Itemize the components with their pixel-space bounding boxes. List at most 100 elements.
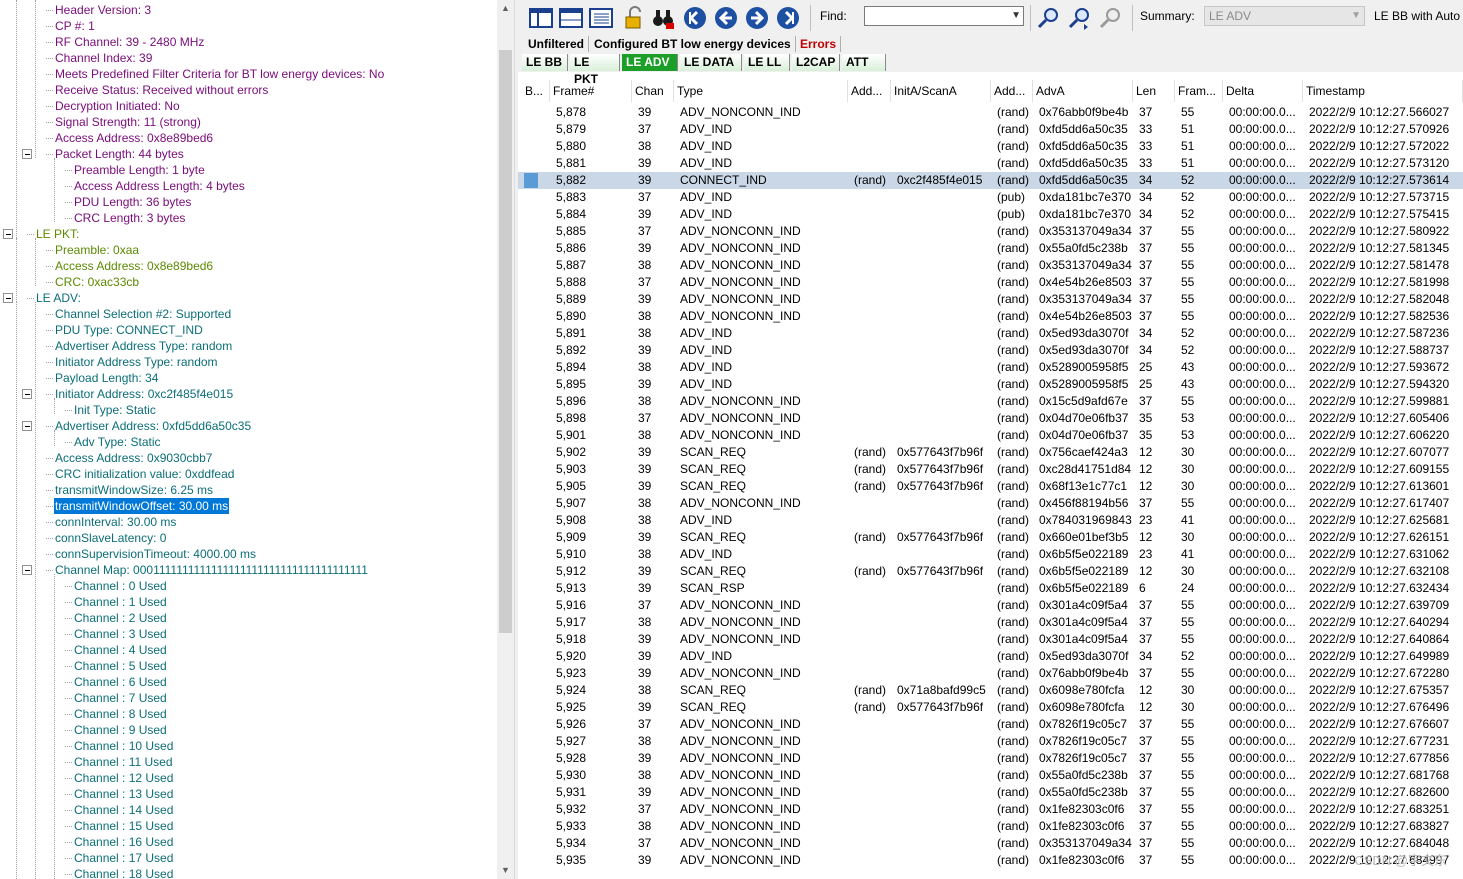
column-header[interactable]: AdvA <box>1033 80 1133 102</box>
table-row[interactable]: 5,901 38 ADV_NONCONN_IND (rand) 0x04d70e06fb… <box>518 427 1463 444</box>
tree-node-label[interactable]: Channel : 8 Used <box>73 706 168 722</box>
table-row[interactable]: 5,926 37 ADV_NONCONN_IND (rand) 0x7826f19c05… <box>518 716 1463 733</box>
tree-node[interactable]: Channel : 6 Used <box>0 674 497 690</box>
table-row[interactable]: 5,933 38 ADV_NONCONN_IND (rand) 0x1fe82303c0… <box>518 818 1463 835</box>
tree-node[interactable]: CP #: 1 <box>0 18 497 34</box>
tree-node[interactable]: CRC initialization value: 0xddfead <box>0 466 497 482</box>
frame-list-grid[interactable]: B... Frame# Chan Type Add... InitA/ScanA Add..… <box>518 80 1463 879</box>
next-frame-icon[interactable] <box>744 6 770 30</box>
tree-node[interactable]: connSlaveLatency: 0 <box>0 530 497 546</box>
tree-node[interactable]: Adv Type: Static <box>0 434 497 450</box>
tree-node[interactable]: connSupervisionTimeout: 4000.00 ms <box>0 546 497 562</box>
table-row[interactable]: 5,885 37 ADV_NONCONN_IND (rand) 0x353137049a… <box>518 223 1463 240</box>
table-row[interactable]: 5,916 37 ADV_NONCONN_IND (rand) 0x301a4c09f5… <box>518 597 1463 614</box>
table-row[interactable]: 5,934 37 ADV_NONCONN_IND (rand) 0x353137049a… <box>518 835 1463 852</box>
column-header[interactable]: B... <box>522 80 550 102</box>
table-row[interactable]: 5,892 39 ADV_IND (rand) 0x5ed93da3070f 34 52 00… <box>518 342 1463 359</box>
tree-node[interactable]: Access Address: 0x8e89bed6 <box>0 130 497 146</box>
table-row[interactable]: 5,895 39 ADV_IND (rand) 0x5289005958f5 25 43 00… <box>518 376 1463 393</box>
tree-node-label[interactable]: Channel : 4 Used <box>73 642 168 658</box>
tree-node[interactable]: Channel Map: 000111111111111111111111111… <box>0 562 497 578</box>
tree-node-label[interactable]: Preamble: 0xaa <box>54 242 140 258</box>
table-row[interactable]: 5,905 39 SCAN_REQ (rand) 0x577643f7b96f (rand… <box>518 478 1463 495</box>
column-header[interactable]: Fram... <box>1175 80 1223 102</box>
tree-node-label[interactable]: Adv Type: Static <box>73 434 162 450</box>
table-row[interactable]: 5,932 37 ADV_NONCONN_IND (rand) 0x1fe82303c0… <box>518 801 1463 818</box>
chevron-down-icon[interactable]: ▼ <box>1011 10 1021 21</box>
tree-node-label[interactable]: Access Address: 0x8e89bed6 <box>54 130 214 146</box>
tree-node[interactable]: LE PKT: <box>0 226 497 242</box>
chevron-down-icon[interactable]: ▼ <box>1351 7 1361 25</box>
tree-node[interactable]: Init Type: Static <box>0 402 497 418</box>
tree-node[interactable]: Header Version: 3 <box>0 2 497 18</box>
unlock-icon[interactable] <box>622 6 648 30</box>
tree-node-label[interactable]: RF Channel: 39 - 2480 MHz <box>54 34 205 50</box>
tree-node[interactable]: Channel : 8 Used <box>0 706 497 722</box>
collapse-toggle-icon[interactable] <box>3 229 13 239</box>
tree-node[interactable]: Advertiser Address: 0xfd5dd6a50c35 <box>0 418 497 434</box>
table-row[interactable]: 5,913 39 SCAN_RSP (rand) 0x6b5f5e022189 6 24 00… <box>518 580 1463 597</box>
tree-node[interactable]: Signal Strength: 11 (strong) <box>0 114 497 130</box>
tree-node-label[interactable]: Channel : 2 Used <box>73 610 168 626</box>
column-header[interactable]: Type <box>674 80 848 102</box>
tree-node-label[interactable]: Initiator Address Type: random <box>54 354 219 370</box>
tree-node[interactable]: Channel : 12 Used <box>0 770 497 786</box>
tree-node[interactable]: Access Address: 0x9030cbb7 <box>0 450 497 466</box>
tree-node[interactable]: Initiator Address: 0xc2f485f4e015 <box>0 386 497 402</box>
tree-node[interactable]: Channel : 1 Used <box>0 594 497 610</box>
tree-node[interactable]: Channel : 9 Used <box>0 722 497 738</box>
column-header[interactable]: Add... <box>848 80 891 102</box>
column-header[interactable]: Add... <box>991 80 1033 102</box>
table-row[interactable]: 5,920 39 ADV_IND (rand) 0x5ed93da3070f 34 52 00… <box>518 648 1463 665</box>
table-row[interactable]: 5,903 39 SCAN_REQ (rand) 0x577643f7b96f (rand… <box>518 461 1463 478</box>
tree-node-label[interactable]: Advertiser Address Type: random <box>54 338 233 354</box>
tree-node-label[interactable]: Header Version: 3 <box>54 2 152 18</box>
table-row[interactable]: 5,908 38 ADV_IND (rand) 0x784031969843 23 41 00… <box>518 512 1463 529</box>
tree-node-label[interactable]: Receive Status: Received without errors <box>54 82 269 98</box>
tree-node-label[interactable]: Channel : 10 Used <box>73 738 174 754</box>
tree-node-label[interactable]: Payload Length: 34 <box>54 370 159 386</box>
tree-node[interactable]: Channel : 18 Used <box>0 866 497 879</box>
tree-node[interactable]: Initiator Address Type: random <box>0 354 497 370</box>
tree-node-label[interactable]: CP #: 1 <box>54 18 96 34</box>
tree-node-label[interactable]: connInterval: 30.00 ms <box>54 514 177 530</box>
table-row[interactable]: 5,928 39 ADV_NONCONN_IND (rand) 0x7826f19c05… <box>518 750 1463 767</box>
tree-node-label[interactable]: Packet Length: 44 bytes <box>54 146 185 162</box>
previous-frame-icon[interactable] <box>713 6 739 30</box>
tree-node-label[interactable]: connSlaveLatency: 0 <box>54 530 167 546</box>
table-row[interactable]: 5,889 39 ADV_NONCONN_IND (rand) 0x353137049a… <box>518 291 1463 308</box>
tree-node-label[interactable]: Channel : 18 Used <box>73 866 174 879</box>
table-row[interactable]: 5,910 38 ADV_IND (rand) 0x6b5f5e022189 23 41 00… <box>518 546 1463 563</box>
tab-l2cap[interactable]: L2CAP <box>792 54 840 71</box>
tree-node[interactable]: connInterval: 30.00 ms <box>0 514 497 530</box>
tree-node-label[interactable]: Preamble Length: 1 byte <box>73 162 206 178</box>
table-row[interactable]: 5,930 38 ADV_NONCONN_IND (rand) 0x55a0fd5c23… <box>518 767 1463 784</box>
table-row-selected[interactable]: 5,882 39 CONNECT_IND (rand) 0xc2f485f4e015 (r… <box>518 172 1463 189</box>
find-previous-icon[interactable] <box>1036 6 1062 30</box>
table-row[interactable]: 5,925 39 SCAN_REQ (rand) 0x577643f7b96f (rand… <box>518 699 1463 716</box>
tree-node[interactable]: PDU Type: CONNECT_IND <box>0 322 497 338</box>
table-row[interactable]: 5,902 39 SCAN_REQ (rand) 0x577643f7b96f (rand… <box>518 444 1463 461</box>
tree-node-label[interactable]: Channel : 14 Used <box>73 802 174 818</box>
tree-node[interactable]: CRC Length: 3 bytes <box>0 210 497 226</box>
collapse-toggle-icon[interactable] <box>3 293 13 303</box>
tree-node-label[interactable]: Channel Selection #2: Supported <box>54 306 232 322</box>
tree-node-label[interactable]: Channel : 5 Used <box>73 658 168 674</box>
table-row[interactable]: 5,881 39 ADV_IND (rand) 0xfd5dd6a50c35 33 51 00… <box>518 155 1463 172</box>
tree-node-label[interactable]: Initiator Address: 0xc2f485f4e015 <box>54 386 234 402</box>
collapse-toggle-icon[interactable] <box>22 389 32 399</box>
tree-node-label[interactable]: Channel : 17 Used <box>73 850 174 866</box>
tree-node-label[interactable]: Init Type: Static <box>73 402 157 418</box>
tab-att[interactable]: ATT <box>842 54 886 71</box>
table-row[interactable]: 5,894 38 ADV_IND (rand) 0x5289005958f5 25 43 00… <box>518 359 1463 376</box>
column-header[interactable]: Frame# <box>550 80 632 102</box>
table-row[interactable]: 5,898 37 ADV_NONCONN_IND (rand) 0x04d70e06fb… <box>518 410 1463 427</box>
column-header[interactable]: Chan <box>632 80 674 102</box>
tree-node-label[interactable]: Channel Index: 39 <box>54 50 153 66</box>
table-row[interactable]: 5,896 38 ADV_NONCONN_IND (rand) 0x15c5d9afd6… <box>518 393 1463 410</box>
tree-node[interactable]: Channel : 3 Used <box>0 626 497 642</box>
tree-node-label[interactable]: Channel : 11 Used <box>73 754 174 770</box>
tree-node-label[interactable]: Access Address Length: 4 bytes <box>73 178 246 194</box>
tree-node[interactable]: Channel Selection #2: Supported <box>0 306 497 322</box>
scrollbar-thumb[interactable] <box>499 50 512 633</box>
